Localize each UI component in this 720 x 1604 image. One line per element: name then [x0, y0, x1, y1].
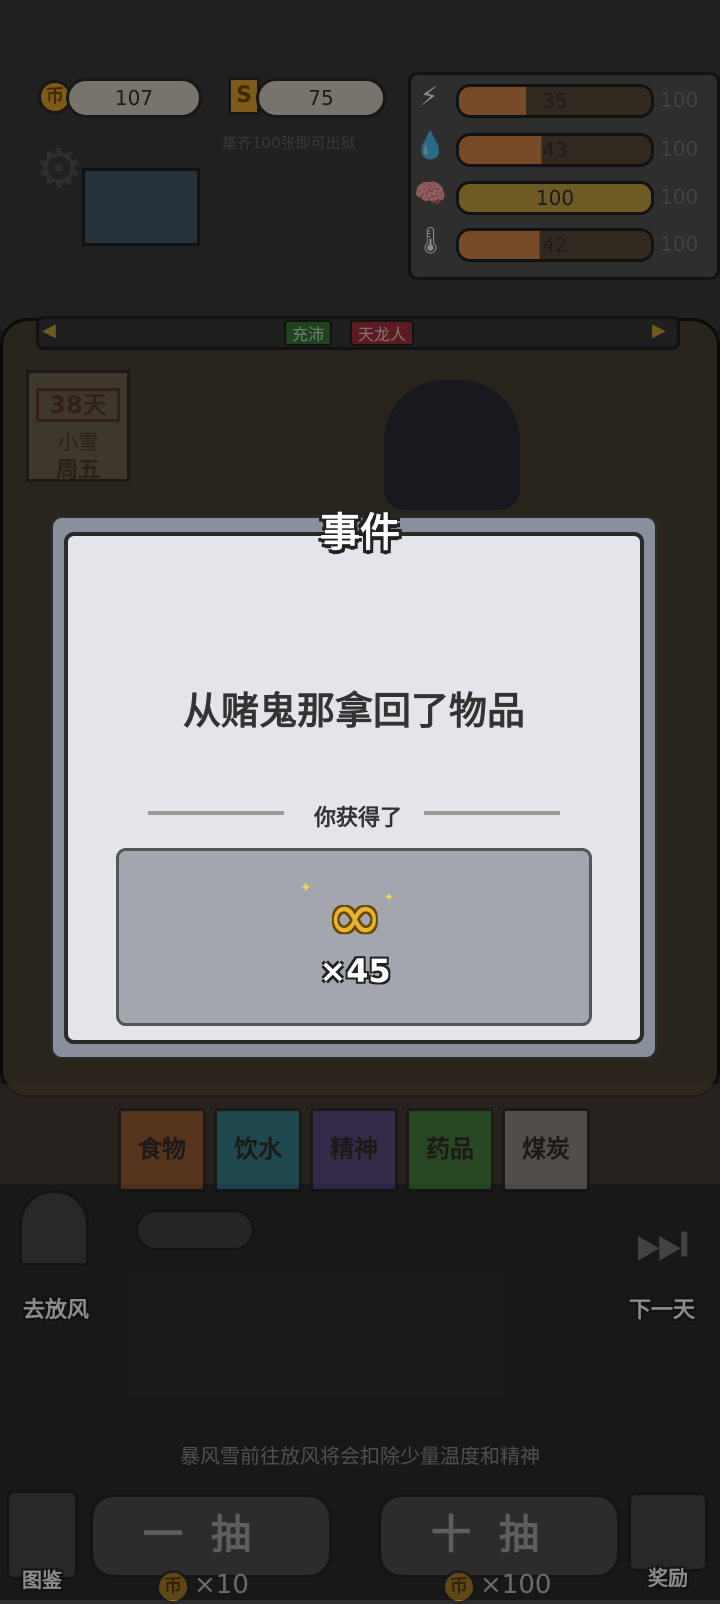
reward-subtitle: 你获得了 [313, 806, 402, 831]
modal-title: 事件 [320, 510, 400, 556]
event-message: 从赌鬼那拿回了物品 [182, 689, 525, 733]
reward-quantity: ×45 [319, 952, 391, 990]
divider-right [424, 811, 560, 815]
sparkle-icon: ✦ [384, 890, 395, 904]
divider-left [148, 811, 284, 815]
sparkle-icon: ✦ [300, 880, 312, 896]
